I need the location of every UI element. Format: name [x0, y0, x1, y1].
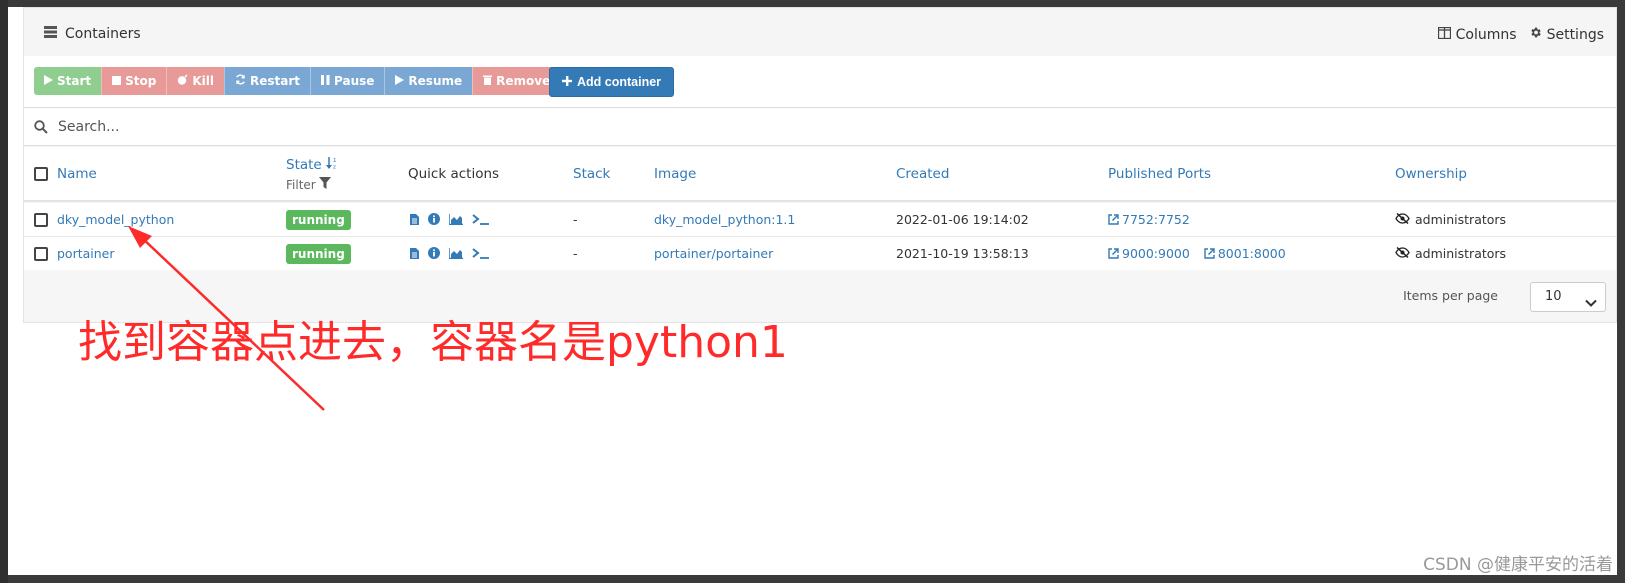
annotation-text: 找到容器点进去，容器名是python1 — [78, 317, 788, 368]
annotation-arrow — [128, 226, 325, 411]
watermark: CSDN @健康平安的活着 — [1423, 555, 1613, 575]
